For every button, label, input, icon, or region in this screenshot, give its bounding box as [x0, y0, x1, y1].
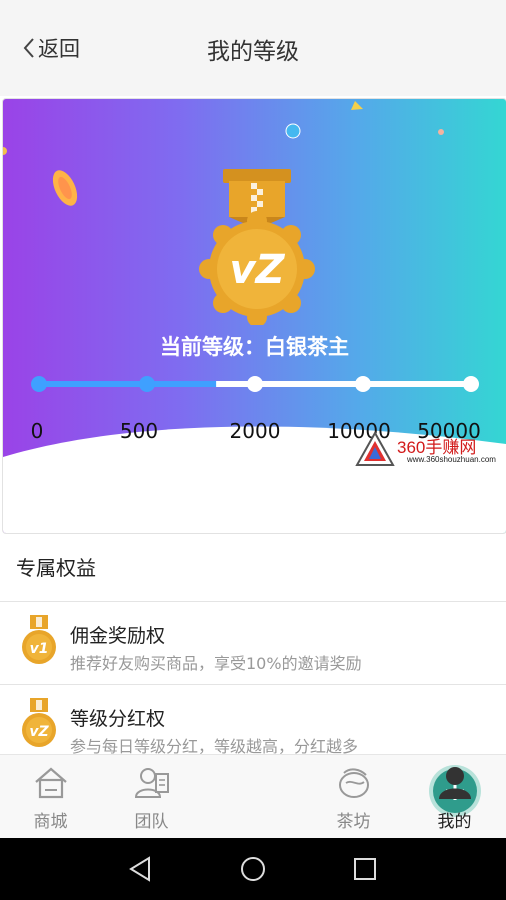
watermark: 360手赚网 www.360shouzhuan.com: [355, 431, 505, 471]
medal-text: vZ: [229, 247, 285, 293]
tab-label: 商城: [33, 812, 68, 832]
tab-label: 我的: [437, 812, 472, 832]
recents-square-icon[interactable]: [350, 854, 380, 884]
bottom-tab-bar: 商城 团队 茶坊 我的: [0, 754, 506, 839]
tab-label: 茶坊: [336, 812, 371, 832]
divider: [0, 684, 506, 685]
level-prefix: 当前等级：: [160, 335, 265, 359]
tab-shop[interactable]: 商城: [0, 755, 101, 839]
back-triangle-icon[interactable]: [126, 854, 156, 884]
tab-label: 团队: [134, 812, 169, 832]
threshold-label: 0: [30, 419, 44, 443]
progress-node: [139, 376, 155, 392]
medal-icon: vZ: [199, 169, 315, 325]
threshold-label: 500: [119, 419, 159, 443]
watermark-url: www.360shouzhuan.com: [407, 455, 496, 464]
benefit-badge: v1: [30, 641, 49, 657]
progress-node: [355, 376, 371, 392]
home-circle-icon[interactable]: [238, 854, 268, 884]
page-title: 我的等级: [207, 39, 299, 65]
benefits-section-title: 专属权益: [16, 556, 96, 580]
medal-vz-icon: vZ: [22, 698, 56, 747]
tab-team[interactable]: 团队: [101, 755, 202, 839]
level-banner: vZ 当前等级：白银茶主 0 500 2000 10000 50000 360手赚网 w…: [2, 98, 506, 534]
progress-node: [463, 376, 479, 392]
level-name: 白银茶主: [265, 335, 349, 359]
team-icon: [134, 768, 169, 798]
threshold-label: 2000: [229, 419, 281, 443]
medal-v1-icon: v1: [22, 615, 56, 664]
benefit-name: 佣金奖励权: [70, 625, 166, 647]
progress-node: [31, 376, 47, 392]
system-navigation-bar: [0, 838, 506, 900]
benefit-badge: vZ: [29, 724, 49, 740]
tab-tea[interactable]: 茶坊: [303, 755, 404, 839]
progress-node: [247, 376, 263, 392]
divider: [0, 601, 506, 602]
current-level: 当前等级：白银茶主: [3, 331, 506, 361]
shop-icon: [35, 767, 67, 799]
tab-mine[interactable]: 我的: [404, 755, 505, 839]
top-nav-bar: 返回 我的等级: [0, 0, 506, 96]
benefit-name: 等级分红权: [70, 708, 166, 730]
user-icon: [439, 767, 471, 799]
benefit-desc: 推荐好友购买商品，享受10%的邀请奖励: [70, 654, 362, 673]
watermark-logo-icon: [355, 431, 395, 466]
tea-icon: [339, 768, 369, 798]
tab-add[interactable]: [202, 755, 477, 839]
level-progress-bar: [31, 376, 479, 392]
benefit-item[interactable]: v1 佣金奖励权 推荐好友购买商品，享受10%的邀请奖励: [0, 603, 506, 685]
